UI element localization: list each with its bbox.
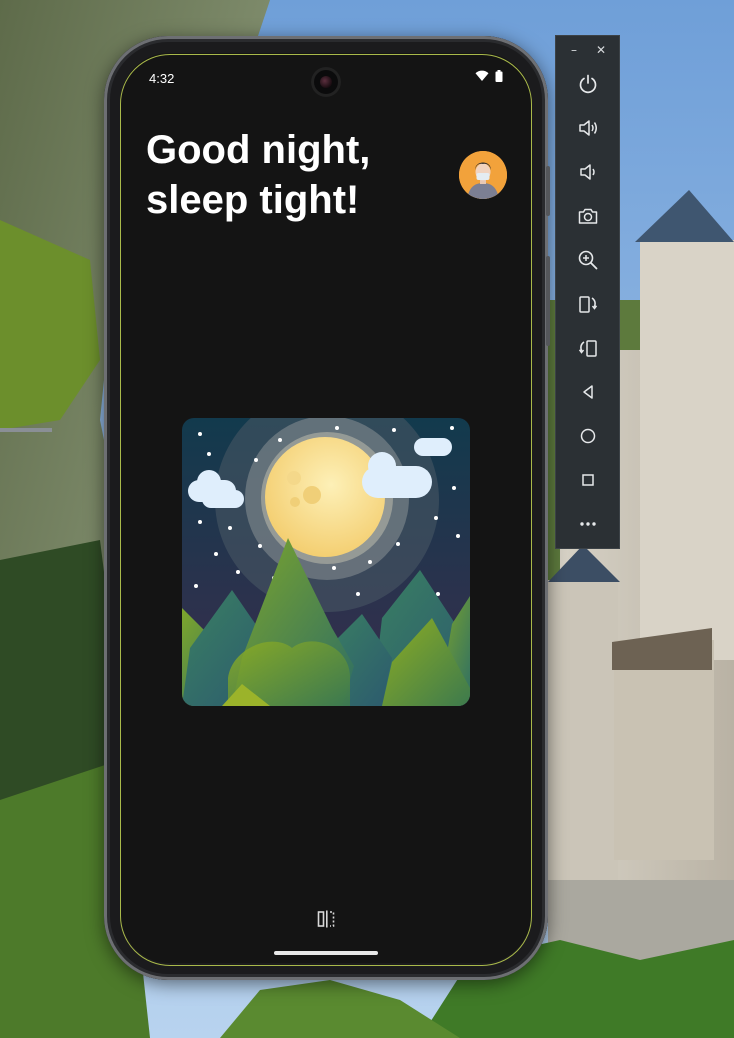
- greeting-headline: Good night, sleep tight!: [146, 125, 370, 225]
- toolbar-window-controls: – ✕: [556, 42, 619, 58]
- night-artwork: [182, 418, 470, 706]
- rotate-right-button[interactable]: [572, 332, 604, 364]
- phone-device: 4:32 Good night, sleep tight!: [104, 36, 550, 980]
- split-screen-button[interactable]: [316, 909, 336, 933]
- back-icon: [583, 385, 593, 399]
- volume-rocker: [546, 256, 550, 346]
- wifi-icon: [475, 70, 489, 81]
- overview-button[interactable]: [572, 464, 604, 496]
- status-time: 4:32: [149, 71, 175, 86]
- camera-icon: [578, 208, 598, 224]
- person-avatar-icon: [459, 151, 507, 199]
- split-screen-icon: [317, 910, 335, 928]
- volume-up-button[interactable]: [572, 112, 604, 144]
- home-icon: [580, 428, 596, 444]
- power-icon: [579, 74, 597, 94]
- volume-down-button[interactable]: [572, 156, 604, 188]
- more-icon: [580, 522, 596, 526]
- emulator-toolbar: – ✕: [555, 35, 620, 549]
- rotate-left-icon: [579, 296, 598, 313]
- user-avatar[interactable]: [459, 151, 507, 199]
- home-button[interactable]: [572, 420, 604, 452]
- front-camera: [311, 67, 341, 97]
- rotate-right-icon: [578, 340, 597, 357]
- back-button[interactable]: [572, 376, 604, 408]
- rotate-left-button[interactable]: [572, 288, 604, 320]
- zoom-icon: [578, 250, 598, 270]
- volume-down-icon: [580, 164, 595, 180]
- gesture-home-bar[interactable]: [274, 951, 378, 955]
- volume-up-icon: [579, 120, 597, 136]
- power-side-button: [546, 166, 550, 216]
- screenshot-button[interactable]: [572, 200, 604, 232]
- more-button[interactable]: [572, 508, 604, 540]
- minimize-button[interactable]: –: [566, 42, 582, 58]
- status-icons: [475, 70, 503, 82]
- zoom-button[interactable]: [572, 244, 604, 276]
- device-screen: 4:32 Good night, sleep tight!: [121, 53, 531, 963]
- close-button[interactable]: ✕: [593, 42, 609, 58]
- battery-icon: [495, 70, 503, 82]
- moon-mountains-illustration: [182, 418, 470, 706]
- headline-line-2: sleep tight!: [146, 178, 360, 222]
- power-button[interactable]: [572, 68, 604, 100]
- headline-line-1: Good night,: [146, 128, 371, 172]
- overview-icon: [582, 474, 594, 486]
